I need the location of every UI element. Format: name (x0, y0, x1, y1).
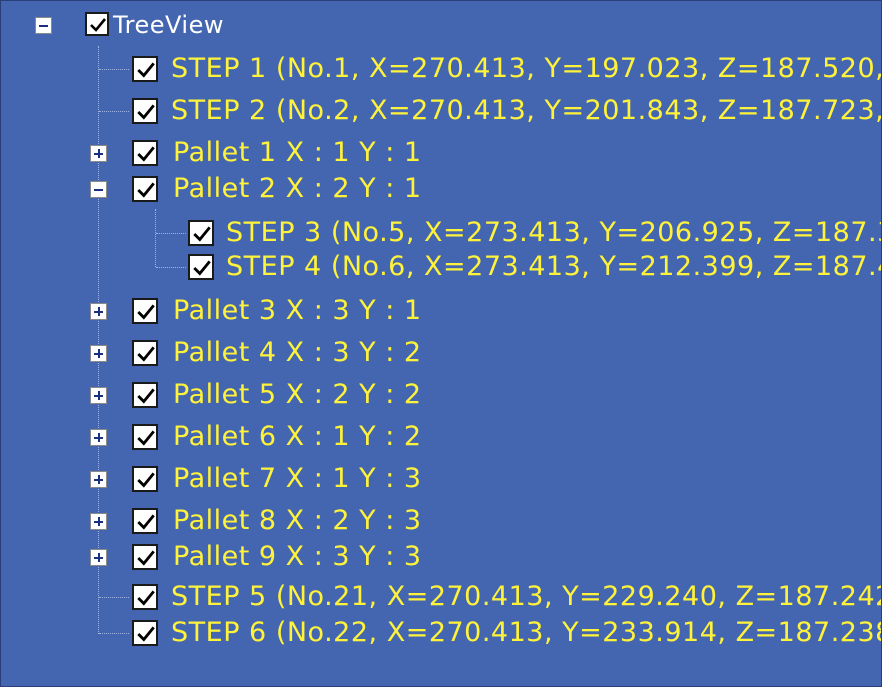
tree-root-label: TreeView (113, 11, 224, 39)
checkmark-icon (193, 260, 211, 276)
checkbox[interactable] (132, 382, 158, 408)
tree-root[interactable]: TreeView (1, 4, 881, 46)
expand-icon[interactable] (90, 145, 107, 162)
checkmark-icon (137, 514, 155, 530)
tree-item-pallet-5[interactable]: Pallet 5 X : 2 Y : 2 (1, 374, 881, 416)
checkbox[interactable] (132, 466, 158, 492)
tree-item-pallet-4[interactable]: Pallet 4 X : 3 Y : 2 (1, 332, 881, 374)
tree-item-label: STEP 6 (No.22, X=270.413, Y=233.914, Z=1… (171, 617, 882, 648)
checkmark-icon (137, 104, 155, 120)
expand-icon[interactable] (90, 471, 107, 488)
checkbox[interactable] (132, 340, 158, 366)
tree-line (99, 633, 129, 634)
checkmark-icon (137, 146, 155, 162)
checkbox[interactable] (188, 220, 214, 246)
checkbox[interactable] (132, 620, 158, 646)
tree-item-pallet-2[interactable]: Pallet 2 X : 2 Y : 1 (1, 168, 881, 210)
checkmark-icon (90, 18, 107, 32)
tree-line (156, 233, 186, 234)
expand-icon[interactable] (90, 513, 107, 530)
collapse-icon[interactable] (90, 181, 107, 198)
tree-item-label: STEP 1 (No.1, X=270.413, Y=197.023, Z=18… (171, 53, 882, 84)
tree-item-label: Pallet 3 X : 3 Y : 1 (173, 295, 422, 326)
tree-line (99, 597, 129, 598)
checkbox[interactable] (85, 12, 109, 36)
checkmark-icon (137, 626, 155, 642)
checkbox[interactable] (132, 298, 158, 324)
expand-icon[interactable] (90, 345, 107, 362)
tree-item-pallet-6[interactable]: Pallet 6 X : 1 Y : 2 (1, 416, 881, 458)
tree-item-label: Pallet 5 X : 2 Y : 2 (173, 379, 422, 410)
checkbox[interactable] (132, 424, 158, 450)
checkbox[interactable] (132, 544, 158, 570)
tree-item-pallet-3[interactable]: Pallet 3 X : 3 Y : 1 (1, 290, 881, 332)
checkbox[interactable] (132, 508, 158, 534)
checkbox[interactable] (132, 98, 158, 124)
tree-line (156, 267, 186, 268)
checkbox[interactable] (132, 176, 158, 202)
tree-line (99, 69, 129, 70)
expand-icon[interactable] (90, 387, 107, 404)
checkmark-icon (137, 590, 155, 606)
tree-item-pallet-7[interactable]: Pallet 7 X : 1 Y : 3 (1, 458, 881, 500)
tree-item-step-6[interactable]: STEP 6 (No.22, X=270.413, Y=233.914, Z=1… (1, 612, 881, 654)
checkbox[interactable] (132, 56, 158, 82)
checkbox[interactable] (132, 140, 158, 166)
checkmark-icon (137, 304, 155, 320)
tree-item-label: Pallet 6 X : 1 Y : 2 (173, 421, 422, 452)
tree-item-label: STEP 2 (No.2, X=270.413, Y=201.843, Z=18… (171, 95, 882, 126)
checkmark-icon (137, 550, 155, 566)
checkmark-icon (137, 346, 155, 362)
checkmark-icon (193, 226, 211, 242)
tree-item-pallet-9[interactable]: Pallet 9 X : 3 Y : 3 (1, 536, 881, 578)
checkmark-icon (137, 182, 155, 198)
expand-icon[interactable] (90, 303, 107, 320)
tree-item-label: STEP 4 (No.6, X=273.413, Y=212.399, Z=18… (226, 251, 882, 282)
collapse-icon[interactable] (35, 17, 52, 34)
expand-icon[interactable] (90, 549, 107, 566)
tree-item-label: Pallet 2 X : 2 Y : 1 (173, 173, 422, 204)
checkbox[interactable] (188, 254, 214, 280)
tree-item-label: Pallet 9 X : 3 Y : 3 (173, 541, 422, 572)
tree-item-label: Pallet 7 X : 1 Y : 3 (173, 463, 422, 494)
tree-item-label: Pallet 4 X : 3 Y : 2 (173, 337, 422, 368)
tree-item-step-2[interactable]: STEP 2 (No.2, X=270.413, Y=201.843, Z=18… (1, 90, 881, 132)
tree-line (99, 111, 129, 112)
tree-view[interactable]: TreeView STEP 1 (No.1, X=270.413, Y=197.… (0, 0, 882, 687)
checkbox[interactable] (132, 584, 158, 610)
checkmark-icon (137, 388, 155, 404)
checkmark-icon (137, 62, 155, 78)
checkmark-icon (137, 472, 155, 488)
tree-item-step-1[interactable]: STEP 1 (No.1, X=270.413, Y=197.023, Z=18… (1, 48, 881, 90)
expand-icon[interactable] (90, 429, 107, 446)
checkmark-icon (137, 430, 155, 446)
tree-item-step-4[interactable]: STEP 4 (No.6, X=273.413, Y=212.399, Z=18… (1, 246, 881, 288)
